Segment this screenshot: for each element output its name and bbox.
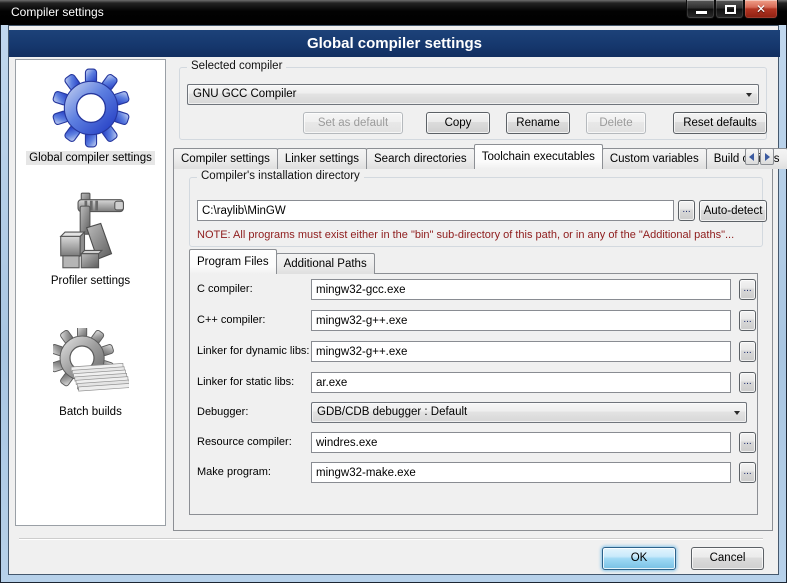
auto-detect-button[interactable]: Auto-detect <box>699 200 767 222</box>
sidebar-item-label: Profiler settings <box>48 274 133 288</box>
tab-scroll-left-button[interactable] <box>745 148 759 165</box>
installation-note: NOTE: All programs must exist either in … <box>197 229 734 241</box>
tab-custom-variables[interactable]: Custom variables <box>602 148 707 169</box>
cpp-compiler-browse-button[interactable]: ... <box>739 310 756 331</box>
tab-scroll-arrows <box>745 148 774 165</box>
footer-separator <box>19 538 763 540</box>
debugger-label: Debugger: <box>197 402 248 423</box>
c-compiler-label: C compiler: <box>197 279 253 300</box>
tab-toolchain-executables[interactable]: Toolchain executables <box>474 144 603 169</box>
rename-button[interactable]: Rename <box>506 112 570 134</box>
tab-compiler-settings[interactable]: Compiler settings <box>173 148 278 169</box>
arrow-left-icon <box>749 153 754 161</box>
make-program-label: Make program: <box>197 462 271 483</box>
settings-category-list: Global compiler settings <box>15 59 166 526</box>
delete-button[interactable]: Delete <box>586 112 646 134</box>
sidebar-item-batch-builds[interactable]: Batch builds <box>16 328 165 419</box>
dynamic-linker-input[interactable] <box>311 341 731 362</box>
arrow-right-icon <box>765 153 770 161</box>
minimize-icon <box>696 11 707 14</box>
page-title: Global compiler settings <box>9 30 780 57</box>
debugger-select-value: GDB/CDB debugger : Default <box>317 406 467 418</box>
ok-button[interactable]: OK <box>602 547 676 570</box>
window-titlebar[interactable]: Compiler settings <box>0 0 787 25</box>
reset-defaults-button[interactable]: Reset defaults <box>673 112 767 134</box>
sidebar-item-global-compiler-settings[interactable]: Global compiler settings <box>16 68 165 165</box>
gear-papers-icon <box>53 328 129 402</box>
subtab-program-files[interactable]: Program Files <box>189 249 277 274</box>
selected-compiler-group-label: Selected compiler <box>187 60 286 72</box>
subtab-additional-paths[interactable]: Additional Paths <box>276 253 375 274</box>
maximize-button[interactable] <box>715 0 744 19</box>
dialog-body: Global compiler settings <box>8 25 779 575</box>
static-linker-browse-button[interactable]: ... <box>739 372 756 393</box>
sidebar-item-label: Batch builds <box>56 405 125 419</box>
minimize-button[interactable] <box>686 0 715 19</box>
caliper-tool-icon <box>52 191 130 271</box>
dynamic-linker-label: Linker for dynamic libs: <box>197 341 310 362</box>
compiler-select[interactable]: GNU GCC Compiler <box>187 84 759 105</box>
compiler-select-value: GNU GCC Compiler <box>193 88 297 100</box>
tab-search-directories[interactable]: Search directories <box>366 148 475 169</box>
make-program-input[interactable] <box>311 462 731 483</box>
tab-scroll-right-button[interactable] <box>760 148 774 165</box>
c-compiler-input[interactable] <box>311 279 731 300</box>
cpp-compiler-label: C++ compiler: <box>197 310 265 331</box>
close-icon: ✕ <box>745 2 777 16</box>
chevron-down-icon <box>734 411 740 415</box>
window-title: Compiler settings <box>11 5 104 19</box>
tab-linker-settings[interactable]: Linker settings <box>277 148 367 169</box>
installation-directory-browse-button[interactable]: ... <box>678 200 695 221</box>
c-compiler-browse-button[interactable]: ... <box>739 279 756 300</box>
sidebar-item-profiler-settings[interactable]: Profiler settings <box>16 191 165 288</box>
resource-compiler-input[interactable] <box>311 432 731 453</box>
cpp-compiler-input[interactable] <box>311 310 731 331</box>
resource-compiler-browse-button[interactable]: ... <box>739 432 756 453</box>
static-linker-label: Linker for static libs: <box>197 372 294 393</box>
toolchain-subtabbar: Program Files Additional Paths <box>189 253 374 274</box>
installation-directory-group-label: Compiler's installation directory <box>197 170 364 182</box>
maximize-icon <box>725 5 736 14</box>
debugger-select[interactable]: GDB/CDB debugger : Default <box>311 402 747 423</box>
settings-tabbar: Compiler settings Linker settings Search… <box>173 146 787 169</box>
sidebar-item-label: Global compiler settings <box>26 151 155 165</box>
chevron-down-icon <box>746 93 752 97</box>
static-linker-input[interactable] <box>311 372 731 393</box>
set-as-default-button[interactable]: Set as default <box>303 112 403 134</box>
make-program-browse-button[interactable]: ... <box>739 462 756 483</box>
installation-directory-input[interactable] <box>197 200 674 221</box>
dynamic-linker-browse-button[interactable]: ... <box>739 341 756 362</box>
cancel-button[interactable]: Cancel <box>691 547 764 570</box>
resource-compiler-label: Resource compiler: <box>197 432 292 453</box>
blue-gear-icon <box>51 68 131 148</box>
close-button[interactable]: ✕ <box>744 0 778 19</box>
copy-button[interactable]: Copy <box>426 112 490 134</box>
